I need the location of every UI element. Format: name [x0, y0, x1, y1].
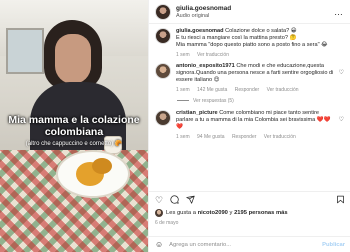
view-replies-label: Ver respuestas (5): [193, 98, 234, 104]
post-side-panel: giulia.goesnomad Audio original … giulia…: [148, 0, 350, 252]
video-caption-sub: (altro che cappuccino e cornetto) 🥐: [25, 141, 123, 147]
commenter-avatar[interactable]: [155, 63, 171, 79]
translate-link[interactable]: Ver traducción: [264, 134, 296, 140]
reply-link[interactable]: Responder: [232, 134, 256, 140]
comment-likes[interactable]: 142 Me gusta: [197, 87, 227, 93]
comment-body: cristian_picture Come colombiano mi piac…: [176, 110, 336, 141]
comments-list: giulia.goesnomad Colazione dolce o salat…: [149, 24, 350, 186]
likes-prefix: Les gusta a: [166, 210, 196, 216]
comment-meta: 1 sem Ver traducción: [176, 52, 344, 59]
translate-link[interactable]: Ver traducción: [197, 52, 229, 58]
comment-icon[interactable]: [170, 194, 179, 206]
translate-link[interactable]: Ver traducción: [267, 87, 299, 93]
comment-item: antonio_esposito1971 Che modi e che educ…: [155, 63, 344, 94]
comment-text: Mia mamma "dopo questo piatto sono a pos…: [176, 42, 328, 48]
share-icon[interactable]: [186, 195, 195, 206]
commenter-avatar[interactable]: [155, 110, 171, 126]
comment-like-heart-icon[interactable]: ♡: [339, 69, 344, 94]
heart-icon[interactable]: ♡: [155, 195, 163, 206]
food: [92, 158, 112, 174]
window: [6, 28, 44, 74]
comment-meta: 1 sem 94 Me gusta Responder Ver traducci…: [176, 134, 336, 141]
comment-text: Colazione dolce o salata? 😁: [225, 28, 297, 34]
more-options-icon[interactable]: …: [334, 7, 344, 17]
audio-link[interactable]: Audio original: [176, 13, 334, 19]
publish-button[interactable]: Publicar: [322, 242, 345, 248]
comment-input[interactable]: [169, 241, 323, 248]
likes-connector: y: [229, 210, 233, 216]
liker-username[interactable]: nicoto2090: [198, 210, 228, 216]
reply-link[interactable]: Responder: [235, 87, 259, 93]
woman-face: [55, 34, 91, 84]
comment-item: cristian_picture Come colombiano mi piac…: [155, 110, 344, 141]
author-avatar[interactable]: [155, 3, 171, 20]
commenter-avatar[interactable]: [155, 28, 171, 44]
header-text: giulia.goesnomad Audio original: [176, 5, 334, 19]
post-actions: ♡: [149, 191, 350, 208]
comment-body: antonio_esposito1971 Che modi e che educ…: [176, 63, 336, 94]
instagram-post: Mia mamma e la colazione colombiana (alt…: [0, 0, 350, 252]
emoji-icon[interactable]: ☺: [155, 240, 163, 249]
liker-avatar: [155, 209, 163, 217]
video-caption-main: Mia mamma e la colazione colombiana: [8, 114, 140, 138]
comment-body: giulia.goesnomad Colazione dolce o salat…: [176, 28, 344, 59]
view-replies[interactable]: Ver respuestas (5): [177, 98, 344, 104]
comment-like-heart-icon[interactable]: ♡: [339, 116, 344, 141]
add-comment-bar: ☺ Publicar: [149, 236, 350, 252]
commenter-username[interactable]: antonio_esposito1971: [176, 63, 235, 69]
bookmark-icon[interactable]: [336, 195, 345, 206]
author-username[interactable]: giulia.goesnomad: [176, 5, 334, 12]
comment-time: 1 sem: [176, 87, 190, 93]
likes-summary: Les gusta a nicoto2090 y 2195 personas m…: [155, 209, 345, 217]
comment-time: 1 sem: [176, 134, 190, 140]
comment-text: E tu riesci a mangiare così la mattina p…: [176, 35, 297, 41]
likes-others[interactable]: 2195 personas más: [234, 210, 288, 216]
comment-likes[interactable]: 94 Me gusta: [197, 134, 225, 140]
reel-video[interactable]: Mia mamma e la colazione colombiana (alt…: [0, 0, 148, 252]
comment-meta: 1 sem 142 Me gusta Responder Ver traducc…: [176, 87, 336, 94]
comment-item: giulia.goesnomad Colazione dolce o salat…: [155, 28, 344, 59]
commenter-username[interactable]: giulia.goesnomad: [176, 28, 224, 34]
post-header: giulia.goesnomad Audio original …: [149, 0, 350, 24]
comment-time: 1 sem: [176, 52, 190, 58]
post-date: 6 de mayo: [155, 220, 179, 226]
commenter-username[interactable]: cristian_picture: [176, 110, 218, 116]
